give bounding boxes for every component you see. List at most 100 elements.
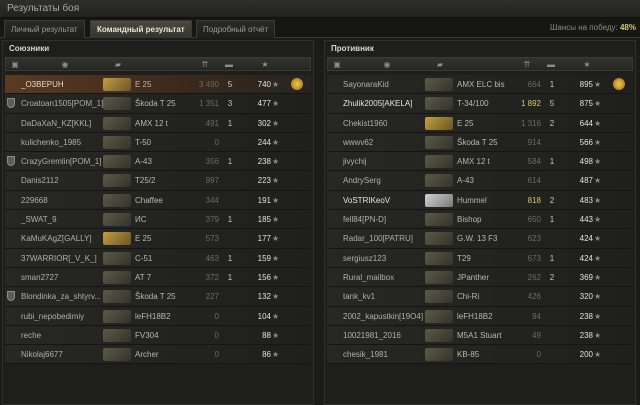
vehicle-name: leFH18B2: [457, 311, 493, 321]
star-icon: ★: [272, 234, 280, 244]
table-row[interactable]: sman2727 AT 7 372 1 156 ★: [5, 267, 311, 288]
platoon-icon[interactable]: ▣: [332, 60, 342, 69]
tank-icon: [103, 97, 131, 111]
table-row[interactable]: 37WARRIOR[_V_K_] C-51 463 1 159 ★: [5, 248, 311, 268]
platoon-icon[interactable]: ▣: [10, 60, 20, 69]
table-row[interactable]: Nikolaj6677 Archer 0 86 ★: [5, 345, 311, 365]
experience-value: 185: [257, 215, 271, 225]
kills-value: 1: [549, 253, 555, 263]
experience-value: 443: [579, 215, 593, 225]
table-row[interactable]: Blondinka_za_shtyrv... Škoda T 25 227 132 ★: [5, 287, 311, 307]
table-row[interactable]: SayonaraKid AMX ELC bis 664 1 895 ★: [327, 75, 633, 95]
medal-cell: [291, 345, 305, 364]
platoon-cell: [329, 307, 339, 326]
table-row[interactable]: wwwv62 Škoda T 25 914 566 ★: [327, 132, 633, 153]
enemies-header: ▣ ◉ ▰ ⇈ ▬ ★: [327, 57, 633, 71]
table-row[interactable]: CrazyGremlin[POM_1] A-43 356 1 238 ★: [5, 152, 311, 172]
kills-icon[interactable]: ▬: [542, 60, 560, 69]
vehicle-name: Bishop: [457, 215, 482, 225]
tank-icon[interactable]: ▰: [434, 60, 446, 69]
damage-value: 650: [527, 215, 541, 225]
table-row[interactable]: DaDaXaN_KZ[KKL] AMX 12 t 491 1 302 ★: [5, 113, 311, 133]
medal-icon[interactable]: [291, 78, 303, 90]
experience-icon[interactable]: ★: [582, 60, 592, 69]
tank-icon: [103, 78, 131, 91]
table-row[interactable]: Zhulik2005[AKELA] T-34/100 1 892 5 875 ★: [327, 94, 633, 114]
damage-value: 997: [205, 176, 219, 186]
damage-icon[interactable]: ⇈: [522, 60, 532, 69]
experience-value: 477: [257, 99, 271, 109]
kills-value: [223, 191, 237, 210]
table-row[interactable]: Rural_mailbox JPanther 262 2 369 ★: [327, 267, 633, 288]
table-row[interactable]: jivychij AMX 12 t 584 1 498 ★: [327, 152, 633, 172]
table-row[interactable]: KaMuKAgZ[GALLY] E 25 573 177 ★: [5, 229, 311, 249]
vehicle-name: AMX ELC bis: [457, 80, 505, 89]
damage-value: 1 892: [520, 99, 541, 109]
platoon-cell: [7, 268, 17, 287]
vehicle-cell: [425, 229, 455, 248]
table-row[interactable]: AndrySerg A-43 614 487 ★: [327, 171, 633, 191]
damage-value: 664: [527, 80, 541, 89]
table-row[interactable]: kulichenko_1985 T-50 0 244 ★: [5, 132, 311, 153]
player-icon[interactable]: ◉: [60, 60, 70, 69]
medal-icon[interactable]: [613, 78, 625, 90]
medal-cell: [291, 114, 305, 133]
table-row[interactable]: tank_kv1 Chi-Ri 426 320 ★: [327, 287, 633, 307]
star-icon: ★: [272, 311, 280, 321]
table-row[interactable]: chesik_1981 KB-85 0 200 ★: [327, 345, 633, 365]
table-row[interactable]: Radar_100[PATRU] G.W. 13 F3 623 424 ★: [327, 229, 633, 249]
damage-icon[interactable]: ⇈: [200, 60, 210, 69]
player-icon[interactable]: ◉: [382, 60, 392, 69]
kills-icon[interactable]: ▬: [220, 60, 238, 69]
table-row[interactable]: 229668 Chaffee 344 191 ★: [5, 190, 311, 211]
window-title: Результаты боя: [7, 3, 80, 14]
vehicle-cell: [103, 152, 133, 171]
tank-icon: [425, 290, 453, 304]
experience-value: 424: [579, 253, 593, 263]
table-row[interactable]: reche FV304 0 88 ★: [5, 325, 311, 346]
table-row[interactable]: VoSTRIKeoV Hummel 818 2 483 ★: [327, 190, 633, 211]
vehicle-name: JPanther: [457, 272, 490, 282]
allies-title: Союзники: [9, 44, 50, 53]
table-row[interactable]: sergiusz123 T29 673 1 424 ★: [327, 248, 633, 268]
experience-value: 875: [579, 99, 593, 109]
experience-value: 200: [579, 350, 593, 360]
kills-value: 2: [549, 118, 555, 128]
vehicle-name: M5A1 Stuart: [457, 330, 502, 340]
tank-icon: [103, 116, 131, 130]
damage-value: 49: [532, 330, 541, 340]
tank-icon: [103, 135, 131, 149]
vehicle-name: ИС: [135, 215, 147, 225]
platoon-cell: [7, 133, 17, 152]
tab-detailed-report[interactable]: Подробный отчёт: [196, 20, 276, 38]
table-row[interactable]: fell84[PN-D] Bishop 650 1 443 ★: [327, 210, 633, 230]
table-row[interactable]: Croatoan1505[POM_1] Škoda T 25 1 351 3 477 ★: [5, 94, 311, 114]
experience-icon[interactable]: ★: [260, 60, 270, 69]
table-row[interactable]: 10021981_2016 M5A1 Stuart 49 238 ★: [327, 325, 633, 346]
platoon-cell: [7, 75, 17, 94]
table-row[interactable]: _SWAT_9 ИС 379 1 185 ★: [5, 210, 311, 230]
table-row[interactable]: Chekist1960 E 25 1 316 2 644 ★: [327, 113, 633, 133]
tank-icon: [103, 290, 131, 304]
allies-header: ▣ ◉ ▰ ⇈ ▬ ★: [5, 57, 311, 71]
vehicle-name: E 25: [457, 118, 474, 128]
tank-icon: [103, 309, 131, 323]
medal-cell: [613, 287, 627, 306]
platoon-cell: [7, 114, 17, 133]
win-chance-label: Шансы на победу:: [550, 23, 618, 32]
tab-team-result[interactable]: Командный результат: [90, 20, 192, 38]
table-row[interactable]: Danis2112 T25/2 997 223 ★: [5, 171, 311, 191]
kills-value: [223, 229, 237, 248]
enemies-panel: Противник ▣ ◉ ▰ ⇈ ▬ ★ SayonaraKid AMX ELC…: [324, 40, 636, 405]
star-icon: ★: [594, 99, 602, 109]
star-icon: ★: [594, 330, 602, 340]
platoon-cell: [7, 171, 17, 190]
tab-personal-result[interactable]: Личный результат: [4, 20, 85, 38]
tank-icon[interactable]: ▰: [112, 60, 124, 69]
vehicle-cell: [103, 307, 133, 326]
table-row[interactable]: rubi_nepobedimiy leFH18B2 0 104 ★: [5, 306, 311, 326]
table-row[interactable]: _O3BEPUH E 25 3 490 5 740 ★: [5, 75, 311, 95]
platoon-cell: [7, 249, 17, 268]
kills-value: 3: [227, 99, 233, 109]
table-row[interactable]: 2002_kapustkin[19O4] leFH18B2 94 238 ★: [327, 306, 633, 326]
